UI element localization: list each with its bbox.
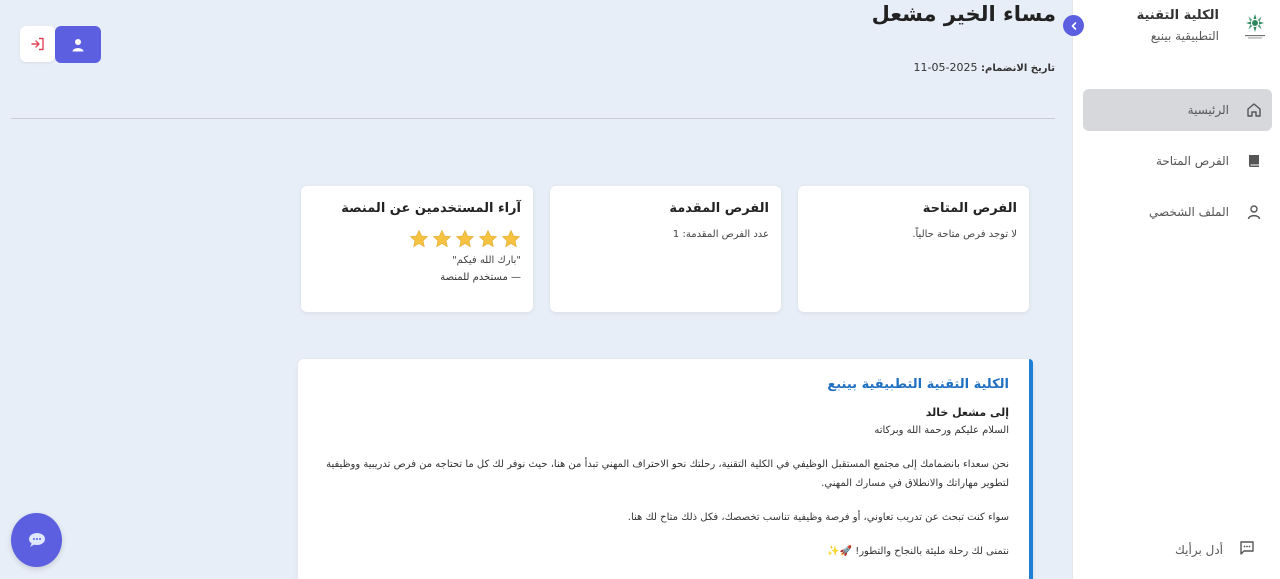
user-icon <box>72 38 84 51</box>
welcome-letter: الكلية التقنية التطبيقية بينبع إلى مشعل … <box>298 359 1033 579</box>
user-reviews-card: آراء المستخدمين عن المنصة "بارك الله فيك… <box>301 186 533 312</box>
sidebar-item-home[interactable]: الرئيسية <box>1083 89 1272 131</box>
star-icon <box>409 229 429 248</box>
sidebar-item-label: الرئيسية <box>1187 103 1229 117</box>
available-opportunities-card: الفرص المتاحة لا توجد فرص متاحة حالياً. <box>798 186 1029 312</box>
sidebar-item-available-opportunities[interactable]: الفرص المتاحة <box>1083 140 1272 182</box>
card-title: آراء المستخدمين عن المنصة <box>341 201 521 216</box>
chat-button[interactable] <box>11 513 62 567</box>
brand: الكلية التقنية التطبيقية بينبع <box>1080 8 1270 48</box>
sidebar-collapse-button[interactable] <box>1063 15 1084 36</box>
letter-salutation: السلام عليكم ورحمة الله وبركاته <box>874 425 1009 436</box>
chevron-left-icon <box>1071 21 1076 30</box>
home-icon <box>1245 101 1263 119</box>
review-quote: "بارك الله فيكم" <box>452 255 521 266</box>
star-icon <box>501 229 521 248</box>
user-icon <box>1245 203 1263 221</box>
logout-button[interactable] <box>20 26 55 62</box>
college-logo-icon <box>1245 14 1265 39</box>
join-date-label: تاريخ الانضمام: <box>981 63 1055 74</box>
sidebar-item-label: الملف الشخصي <box>1149 205 1229 219</box>
applied-opportunities-card: الفرص المقدمة عدد الفرص المقدمة: 1 <box>550 186 781 312</box>
page-title: مساء الخير مشعل <box>871 2 1056 26</box>
brand-subtitle: التطبيقية بينبع <box>1150 29 1219 43</box>
sidebar-item-profile[interactable]: الملف الشخصي <box>1083 191 1272 233</box>
letter-paragraph: نتمنى لك رحلة مليئة بالنجاح والتطور! 🚀✨ <box>827 546 1009 557</box>
star-icon <box>478 229 498 248</box>
header-divider <box>11 118 1055 119</box>
logout-icon <box>30 37 44 51</box>
review-author: — مستخدم للمنصة <box>440 272 521 283</box>
chat-bubble-icon <box>28 533 45 547</box>
card-title: الفرص المتاحة <box>922 201 1017 216</box>
letter-title: الكلية التقنية التطبيقية بينبع <box>827 377 1009 392</box>
join-date-value: 2025-05-11 <box>913 61 978 74</box>
star-icon <box>432 229 452 248</box>
book-icon <box>1245 152 1263 170</box>
card-text: عدد الفرص المقدمة: 1 <box>672 229 769 240</box>
profile-button[interactable] <box>55 26 101 63</box>
letter-paragraph: سواء كنت تبحث عن تدريب تعاوني، أو فرصة و… <box>627 512 1009 523</box>
sidebar-item-label: الفرص المتاحة <box>1155 154 1229 168</box>
sidebar: الكلية التقنية التطبيقية بينبع الرئيسية … <box>1072 0 1280 579</box>
star-icon <box>455 229 475 248</box>
brand-title: الكلية التقنية <box>1136 8 1219 23</box>
join-date: تاريخ الانضمام: 2025-05-11 <box>914 61 1055 74</box>
feedback-label: أدل برأيك <box>1175 543 1223 557</box>
card-title: الفرص المقدمة <box>669 201 769 216</box>
feedback-icon <box>1239 540 1255 560</box>
letter-paragraph: نحن سعداء بانضمامك إلى مجتمع المستقبل ال… <box>326 459 1009 489</box>
feedback-link[interactable]: أدل برأيك <box>1175 540 1255 560</box>
star-rating <box>313 229 521 249</box>
card-text: لا توجد فرص متاحة حالياً. <box>912 229 1017 240</box>
letter-recipient: إلى مشعل خالد <box>925 406 1009 419</box>
